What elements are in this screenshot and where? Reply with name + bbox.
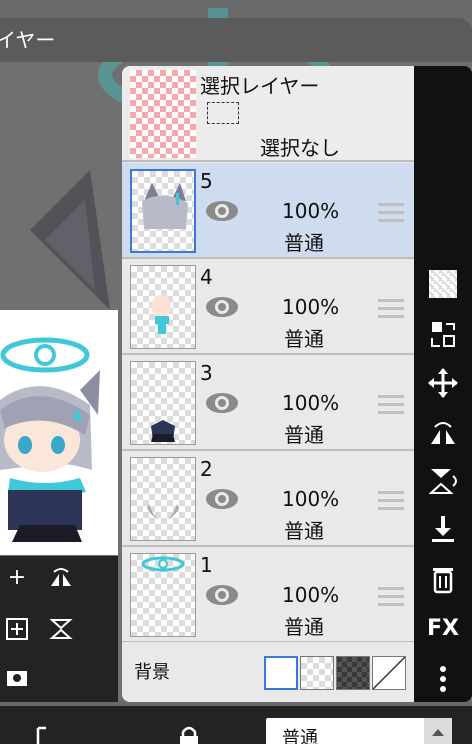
layer-thumbnail [130, 553, 196, 637]
background-white-swatch[interactable] [264, 656, 298, 690]
selection-marquee-icon [207, 102, 239, 124]
more-icon[interactable] [426, 662, 460, 696]
rotate-flip-icon[interactable] [426, 416, 460, 450]
layer-number: 3 [200, 361, 213, 385]
eye-icon[interactable] [204, 199, 240, 223]
trash-icon[interactable] [426, 562, 460, 596]
layer-row[interactable]: 4 100% 普通 [122, 259, 414, 355]
blend-mode-value: 普通 [282, 728, 318, 744]
title-bar: イヤー [0, 18, 472, 62]
layer-opacity: 100% [282, 295, 340, 319]
layer-panel: 選択レイヤー 選択なし 5 100% 普通 4 100% 普通 3 100% 普… [122, 66, 414, 702]
flip-vertical-icon[interactable] [46, 614, 76, 644]
download-icon[interactable] [426, 512, 460, 546]
layer-opacity: 100% [282, 583, 340, 607]
window-title: イヤー [0, 28, 56, 52]
preview-pane [0, 310, 118, 555]
layer-blend-mode: 普通 [284, 423, 324, 447]
fx-button[interactable]: FX [426, 612, 460, 646]
plus-icon[interactable]: + [2, 564, 32, 594]
layer-opacity: 100% [282, 391, 340, 415]
background-transparent-swatch[interactable] [300, 656, 334, 690]
drag-handle-icon[interactable] [378, 299, 404, 319]
selection-status: 選択なし [260, 136, 340, 160]
layer-opacity: 100% [282, 487, 340, 511]
eye-icon[interactable] [204, 583, 240, 607]
layer-row[interactable]: 5 100% 普通 [122, 163, 414, 259]
layer-blend-mode: 普通 [284, 231, 324, 255]
layer-row[interactable]: 3 100% 普通 [122, 355, 414, 451]
rotate-flip-icon[interactable] [46, 564, 76, 594]
clipping-icon[interactable] [28, 724, 52, 744]
bottom-bar: 普通 [0, 706, 472, 744]
checker-icon[interactable] [429, 270, 457, 298]
layer-thumbnail [130, 361, 196, 445]
eye-icon[interactable] [204, 391, 240, 415]
layer-number: 1 [200, 553, 213, 577]
layer-blend-mode: 普通 [284, 519, 324, 543]
layer-blend-mode: 普通 [284, 327, 324, 351]
background-none-swatch[interactable] [372, 656, 406, 690]
layer-opacity: 100% [282, 199, 340, 223]
add-layer-icon[interactable] [2, 614, 32, 644]
preview-character [0, 337, 100, 552]
eye-icon[interactable] [204, 487, 240, 511]
layer-thumbnail [130, 265, 196, 349]
move-icon[interactable] [426, 366, 460, 400]
layer-thumbnail [130, 457, 196, 541]
flip-vertical-icon[interactable] [426, 464, 460, 498]
layer-number: 2 [200, 457, 213, 481]
right-toolbar: FX [414, 66, 472, 702]
layer-number: 4 [200, 265, 213, 289]
left-toolbar: + [0, 556, 118, 702]
layer-number: 5 [200, 169, 213, 193]
eye-icon[interactable] [204, 295, 240, 319]
camera-icon[interactable] [2, 662, 32, 692]
layer-thumbnail [130, 169, 196, 253]
background-dark-swatch[interactable] [336, 656, 370, 690]
drag-handle-icon[interactable] [378, 395, 404, 415]
background-label: 背景 [134, 662, 170, 683]
blend-mode-select[interactable]: 普通 [266, 718, 452, 744]
selection-layer-thumbnail [130, 70, 196, 158]
layer-row[interactable]: 2 100% 普通 [122, 451, 414, 547]
selection-layer-title: 選択レイヤー [200, 74, 320, 98]
drag-handle-icon[interactable] [378, 587, 404, 607]
drag-handle-icon[interactable] [378, 203, 404, 223]
lock-icon[interactable] [176, 724, 202, 744]
chevron-up-icon[interactable] [424, 718, 452, 744]
layer-blend-mode: 普通 [284, 615, 324, 639]
selection-layer-row[interactable]: 選択レイヤー 選択なし [122, 66, 414, 162]
layer-row[interactable]: 1 100% 普通 [122, 547, 414, 643]
merge-icon[interactable] [426, 318, 460, 352]
background-row: 背景 [122, 642, 414, 702]
drag-handle-icon[interactable] [378, 491, 404, 511]
